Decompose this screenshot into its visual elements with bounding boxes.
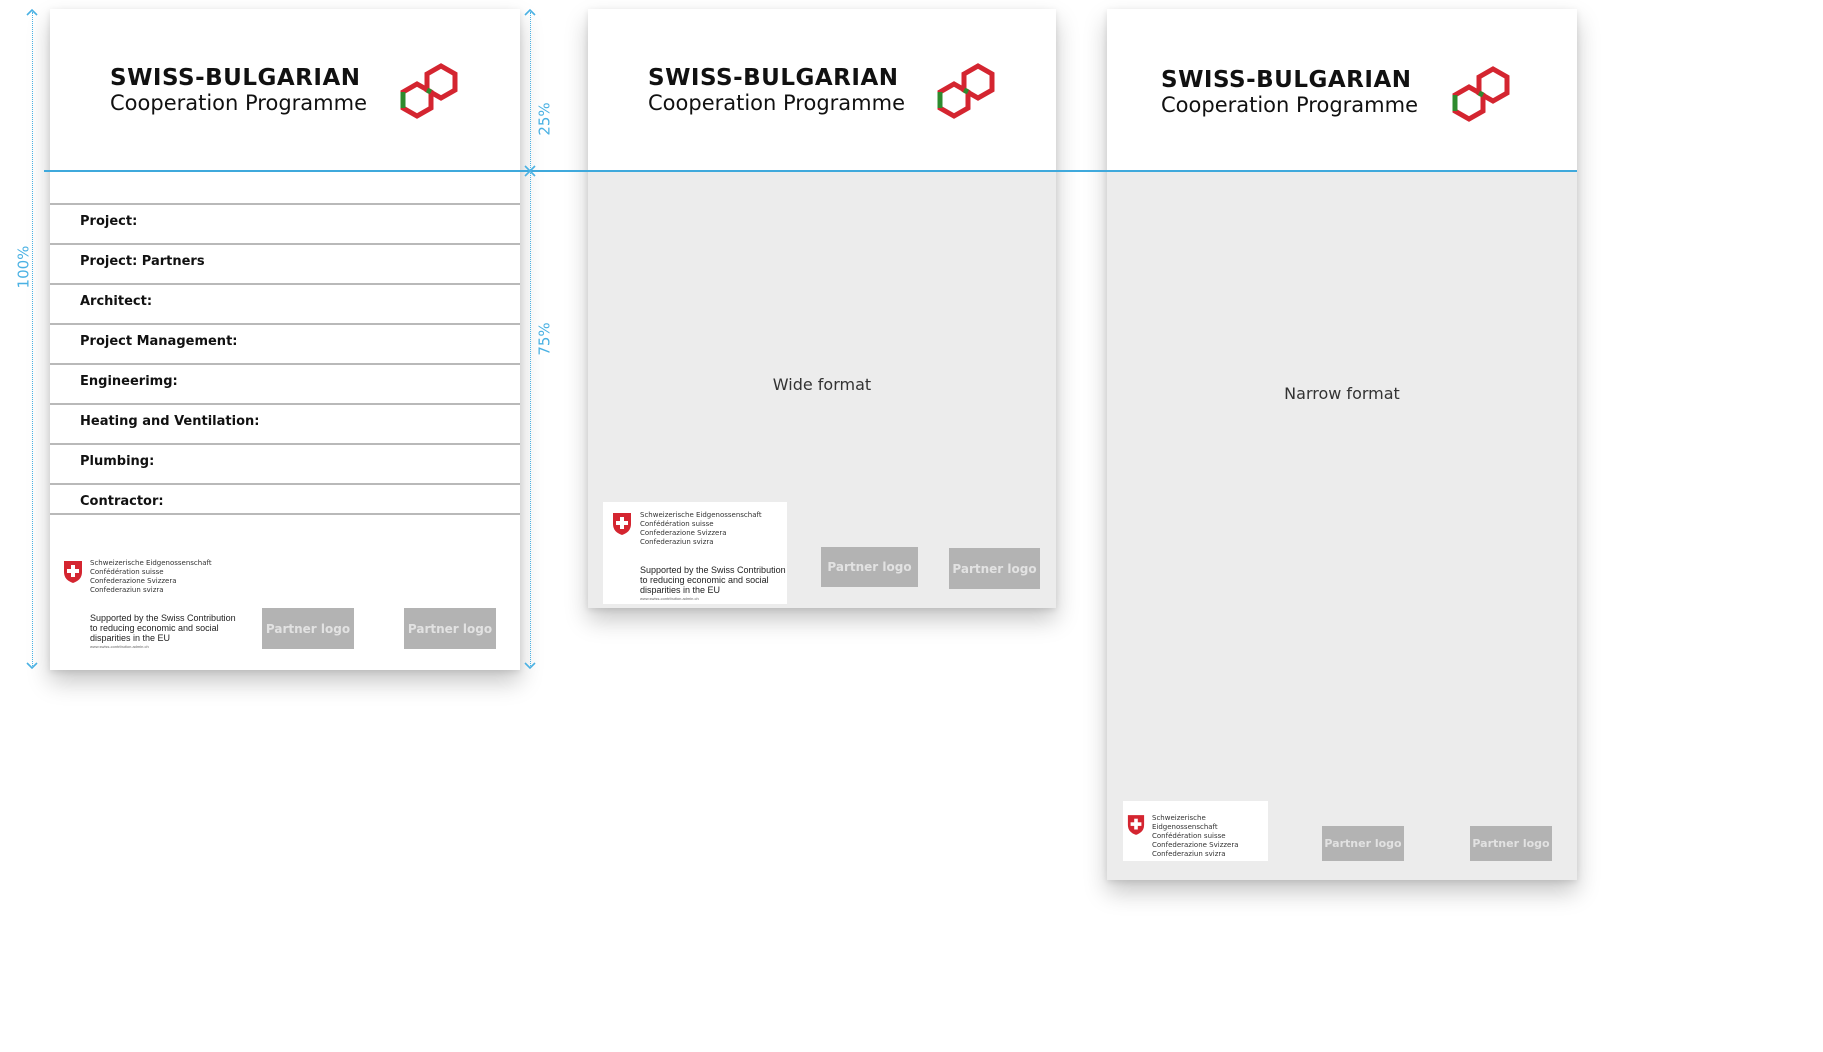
field-row: Project: <box>50 203 520 243</box>
swiss-contribution-block: Schweizerische Eidgenossenschaft Confédé… <box>603 502 787 604</box>
narrow-format-label: Narrow format <box>1284 384 1400 403</box>
swiss-name-it: Confederazione Svizzera <box>640 528 727 537</box>
brand-wordmark: SWISS-BULGARIAN Cooperation Programme <box>110 67 367 114</box>
swiss-shield-icon <box>64 561 82 583</box>
content-area: Wide format Schweizerische Eidgenossensc… <box>588 170 1056 608</box>
field-label-project: Project: <box>80 214 138 229</box>
field-label-project-partners: Project: Partners <box>80 254 205 269</box>
field-row: Contractor: <box>50 483 520 515</box>
swiss-url: www.swiss-contribution.admin.ch <box>90 644 149 649</box>
partner-logo-placeholder: Partner logo <box>949 548 1040 589</box>
swiss-name-fr: Confédération suisse <box>1152 831 1226 840</box>
brand-title: SWISS-BULGARIAN <box>110 65 361 91</box>
swiss-name-it: Confederazione Svizzera <box>90 576 177 585</box>
support-line: disparities in the EU <box>640 585 721 596</box>
partner-logo-placeholder: Partner logo <box>1322 826 1404 861</box>
support-line: Supported by the Swiss Contribution <box>90 613 236 623</box>
board-header: SWISS-BULGARIAN Cooperation Programme <box>588 9 1056 170</box>
partner-logo-placeholder: Partner logo <box>262 608 354 649</box>
brand-subtitle: Cooperation Programme <box>1161 93 1418 117</box>
field-divider <box>50 513 520 515</box>
detailed-board-panel: SWISS-BULGARIAN Cooperation Programme Pr… <box>50 9 520 670</box>
header-split-guide-line <box>44 170 1577 172</box>
swiss-shield-icon <box>1127 815 1145 835</box>
support-line: Supported by the Swiss Contribution <box>640 565 786 575</box>
field-row: Project Management: <box>50 323 520 363</box>
board-header: SWISS-BULGARIAN Cooperation Programme <box>1107 9 1577 170</box>
field-label-architect: Architect: <box>80 294 153 309</box>
narrow-format-panel: SWISS-BULGARIAN Cooperation Programme Na… <box>1107 9 1577 880</box>
field-label-project-management: Project Management: <box>80 334 238 349</box>
swiss-url: www.swiss-contribution.admin.ch <box>640 596 699 601</box>
field-label-heating-ventilation: Heating and Ventilation: <box>80 414 260 429</box>
swiss-confederation-names: Schweizerische Eidgenossenschaft Confédé… <box>1152 814 1268 859</box>
field-label-engineering: Engineerimg: <box>80 374 178 389</box>
programme-logo-icon <box>1452 66 1510 122</box>
wide-format-label: Wide format <box>772 375 872 394</box>
arrow-up-icon <box>26 8 38 16</box>
programme-logo-icon <box>400 63 458 119</box>
swiss-name-de: Schweizerische Eidgenossenschaft <box>1152 814 1218 831</box>
arrow-down-icon <box>524 662 536 670</box>
programme-logo-icon <box>937 63 995 119</box>
brand-wordmark: SWISS-BULGARIAN Cooperation Programme <box>1161 69 1418 116</box>
partner-logo-placeholder: Partner logo <box>821 547 918 587</box>
wide-format-panel: SWISS-BULGARIAN Cooperation Programme Wi… <box>588 9 1056 608</box>
board-header: SWISS-BULGARIAN Cooperation Programme <box>50 9 520 170</box>
cross-marker-icon <box>524 165 536 177</box>
support-line: to reducing economic and social <box>90 623 219 634</box>
content-area: Narrow format Schweizerische Eidgenossen… <box>1107 170 1577 880</box>
brand-wordmark: SWISS-BULGARIAN Cooperation Programme <box>648 67 905 114</box>
swiss-name-fr: Confédération suisse <box>640 519 714 528</box>
swiss-contribution-block: Schweizerische Eidgenossenschaft Confédé… <box>1123 801 1268 861</box>
field-row: Heating and Ventilation: <box>50 403 520 443</box>
swiss-name-de: Schweizerische Eidgenossenschaft <box>90 559 212 567</box>
section-height-guide <box>530 12 531 666</box>
field-label-contractor: Contractor: <box>80 494 164 509</box>
brand-subtitle: Cooperation Programme <box>110 91 367 115</box>
swiss-support-text: Supported by the Swiss Contribution to r… <box>90 613 236 643</box>
swiss-name-fr: Confédération suisse <box>90 567 164 576</box>
brand-title: SWISS-BULGARIAN <box>1161 67 1412 93</box>
swiss-contribution-block: Schweizerische Eidgenossenschaft Confédé… <box>60 557 250 657</box>
swiss-name-rm: Confederaziun svizra <box>90 585 164 594</box>
partner-logo-placeholder: Partner logo <box>404 608 496 649</box>
field-label-plumbing: Plumbing: <box>80 454 155 469</box>
swiss-name-rm: Confederaziun svizra <box>1152 849 1226 858</box>
support-line: to reducing economic and social <box>640 575 769 586</box>
content-share-label: 75% <box>535 322 554 356</box>
brand-subtitle: Cooperation Programme <box>648 91 905 115</box>
swiss-support-text: Supported by the Swiss Contribution to r… <box>640 565 786 595</box>
total-height-label: 100% <box>14 245 33 289</box>
swiss-name-de: Schweizerische Eidgenossenschaft <box>640 511 762 519</box>
field-row: Plumbing: <box>50 443 520 483</box>
support-line: disparities in the EU <box>90 633 171 644</box>
arrow-down-icon <box>26 662 38 670</box>
swiss-name-rm: Confederaziun svizra <box>640 537 714 546</box>
field-row: Architect: <box>50 283 520 323</box>
header-share-label: 25% <box>535 102 554 136</box>
brand-title: SWISS-BULGARIAN <box>648 65 899 91</box>
swiss-confederation-names: Schweizerische Eidgenossenschaft Confédé… <box>90 559 212 595</box>
swiss-confederation-names: Schweizerische Eidgenossenschaft Confédé… <box>640 511 762 547</box>
field-row: Project: Partners <box>50 243 520 283</box>
arrow-up-icon <box>524 8 536 16</box>
swiss-name-it: Confederazione Svizzera <box>1152 840 1239 849</box>
partner-logo-placeholder: Partner logo <box>1470 826 1552 861</box>
field-row: Engineerimg: <box>50 363 520 403</box>
swiss-shield-icon <box>613 513 631 535</box>
total-height-guide <box>32 12 33 666</box>
